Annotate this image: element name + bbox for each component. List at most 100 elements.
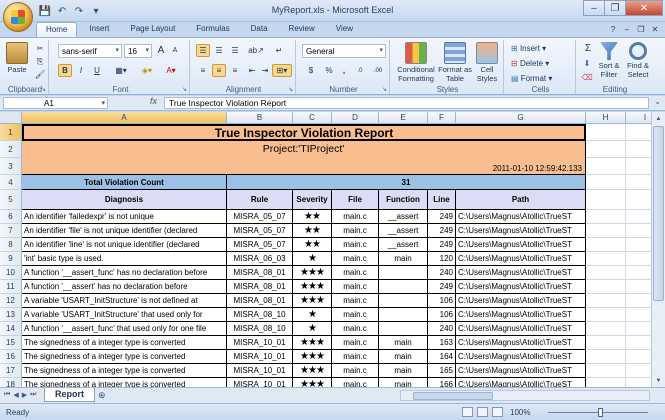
paste-button[interactable]: Paste [6, 42, 28, 74]
borders-icon[interactable]: ▦▾ [110, 64, 132, 77]
column-header-a[interactable]: A [22, 112, 227, 124]
cell-function[interactable]: main [379, 378, 428, 387]
row-header-13[interactable]: 13 [0, 308, 22, 322]
cell-function[interactable] [379, 308, 428, 322]
cell-rule[interactable]: MISRA_05_07 [227, 238, 293, 252]
cell-diagnosis[interactable]: A function '__assert_func' that used onl… [22, 322, 227, 336]
row-header-3[interactable]: 3 [0, 158, 22, 175]
orientation-icon[interactable]: ab↗ [246, 44, 266, 57]
empty-cell[interactable] [586, 266, 626, 280]
increase-decimal-button[interactable]: .0 [352, 64, 368, 77]
cell-path[interactable]: C:\Users\Magnus\Atollic\TrueST [456, 252, 586, 266]
cell-diagnosis[interactable]: A function '__assert' has no declaration… [22, 280, 227, 294]
column-header-c[interactable]: C [293, 112, 332, 124]
name-box[interactable]: A1 [3, 97, 108, 109]
row-header-5[interactable]: 5 [0, 190, 22, 210]
clear-icon[interactable]: ⌫ [580, 71, 594, 84]
increase-indent-icon[interactable]: ⇥ [259, 64, 271, 77]
row-header-4[interactable]: 4 [0, 175, 22, 190]
row-header-15[interactable]: 15 [0, 336, 22, 350]
empty-cell[interactable] [586, 190, 626, 210]
cell-function[interactable]: __assert [379, 224, 428, 238]
cell-rule[interactable]: MISRA_08_01 [227, 280, 293, 294]
wb-minimize-icon[interactable]: – [621, 23, 633, 35]
cut-icon[interactable]: ✂ [34, 42, 46, 55]
header-path[interactable]: Path [456, 190, 586, 210]
cell-diagnosis[interactable]: 'int' basic type is used. [22, 252, 227, 266]
cell-function[interactable] [379, 294, 428, 308]
cell-file[interactable]: main.c [332, 294, 379, 308]
decrease-indent-icon[interactable]: ⇤ [246, 64, 258, 77]
cell-rule[interactable]: MISRA_08_01 [227, 294, 293, 308]
cell-severity[interactable]: ★★ [293, 224, 332, 238]
sort-filter-button[interactable]: Sort & Filter [596, 42, 622, 79]
expand-formula-icon[interactable]: ⌄ [654, 97, 661, 106]
cell-file[interactable]: main.c [332, 336, 379, 350]
align-top-icon[interactable]: ☰ [196, 44, 210, 57]
cell-function[interactable] [379, 322, 428, 336]
row-header-7[interactable]: 7 [0, 224, 22, 238]
tab-review[interactable]: Review [280, 22, 324, 37]
cell-path[interactable]: C:\Users\Magnus\Atollic\TrueST [456, 280, 586, 294]
number-format-dropdown[interactable]: General [302, 44, 386, 58]
empty-cell[interactable] [586, 224, 626, 238]
cell-line[interactable]: 106 [428, 308, 456, 322]
alignment-launcher-icon[interactable]: ↘ [288, 86, 293, 93]
empty-cell[interactable] [586, 336, 626, 350]
tab-page-layout[interactable]: Page Layout [121, 22, 184, 37]
cell-file[interactable]: main.c [332, 364, 379, 378]
row-header-14[interactable]: 14 [0, 322, 22, 336]
cell-line[interactable]: 163 [428, 336, 456, 350]
cell-rule[interactable]: MISRA_06_03 [227, 252, 293, 266]
tab-data[interactable]: Data [242, 22, 277, 37]
vertical-scroll-thumb[interactable] [653, 126, 664, 301]
office-button[interactable] [3, 2, 33, 32]
cell-diagnosis[interactable]: An identifier 'line' is not unique ident… [22, 238, 227, 252]
cell-diagnosis[interactable]: An identifier 'file' is not unique ident… [22, 224, 227, 238]
font-name-dropdown[interactable]: sans-serif [58, 44, 122, 58]
cell-function[interactable]: main [379, 350, 428, 364]
empty-cell[interactable] [586, 322, 626, 336]
tab-home[interactable]: Home [36, 22, 78, 37]
cell-function[interactable]: main [379, 252, 428, 266]
bold-button[interactable]: B [58, 64, 72, 77]
minimize-button[interactable]: – [583, 0, 605, 16]
clipboard-launcher-icon[interactable]: ↘ [41, 86, 46, 93]
delete-button[interactable]: ⊟ Delete ▾ [510, 57, 570, 70]
maximize-button[interactable]: ❐ [604, 0, 626, 16]
empty-cell[interactable] [586, 124, 626, 141]
sheet-tab-report[interactable]: Report [44, 388, 95, 402]
cell-path[interactable]: C:\Users\Magnus\Atollic\TrueST [456, 378, 586, 387]
header-diagnosis[interactable]: Diagnosis [22, 190, 227, 210]
page-layout-view-icon[interactable] [477, 407, 488, 417]
cell-severity[interactable]: ★★★ [293, 378, 332, 387]
row-header-2[interactable]: 2 [0, 141, 22, 158]
merge-center-icon[interactable]: ⊞▾ [272, 64, 292, 77]
cell-rule[interactable]: MISRA_10_01 [227, 350, 293, 364]
cell-diagnosis[interactable]: The signedness of a integer type is conv… [22, 364, 227, 378]
font-color-icon[interactable]: A▾ [160, 64, 182, 77]
cell-function[interactable] [379, 266, 428, 280]
cell-line[interactable]: 106 [428, 294, 456, 308]
zoom-level[interactable]: 100% [510, 408, 530, 417]
cell-diagnosis[interactable]: An identifier 'failedexpr' is not unique [22, 210, 227, 224]
cell-path[interactable]: C:\Users\Magnus\Atollic\TrueST [456, 336, 586, 350]
cell-severity[interactable]: ★★ [293, 210, 332, 224]
header-rule[interactable]: Rule [227, 190, 293, 210]
zoom-slider-knob[interactable] [598, 408, 603, 417]
empty-cell[interactable] [586, 175, 626, 190]
scroll-down-icon[interactable]: ▼ [653, 375, 664, 386]
wb-restore-icon[interactable]: ❐ [635, 23, 647, 35]
empty-cell[interactable] [586, 252, 626, 266]
cell-path[interactable]: C:\Users\Magnus\Atollic\TrueST [456, 210, 586, 224]
cell-rule[interactable]: MISRA_05_07 [227, 210, 293, 224]
cell-rule[interactable]: MISRA_10_01 [227, 364, 293, 378]
row-header-11[interactable]: 11 [0, 280, 22, 294]
header-line[interactable]: Line [428, 190, 456, 210]
insert-button[interactable]: ⊞ Insert ▾ [510, 42, 570, 55]
next-sheet-icon[interactable]: ▶ [22, 391, 27, 399]
cell-rule[interactable]: MISRA_10_01 [227, 378, 293, 387]
format-as-table-button[interactable]: Format as Table [438, 42, 472, 83]
align-middle-icon[interactable]: ☰ [212, 44, 226, 57]
cell-rule[interactable]: MISRA_10_01 [227, 336, 293, 350]
